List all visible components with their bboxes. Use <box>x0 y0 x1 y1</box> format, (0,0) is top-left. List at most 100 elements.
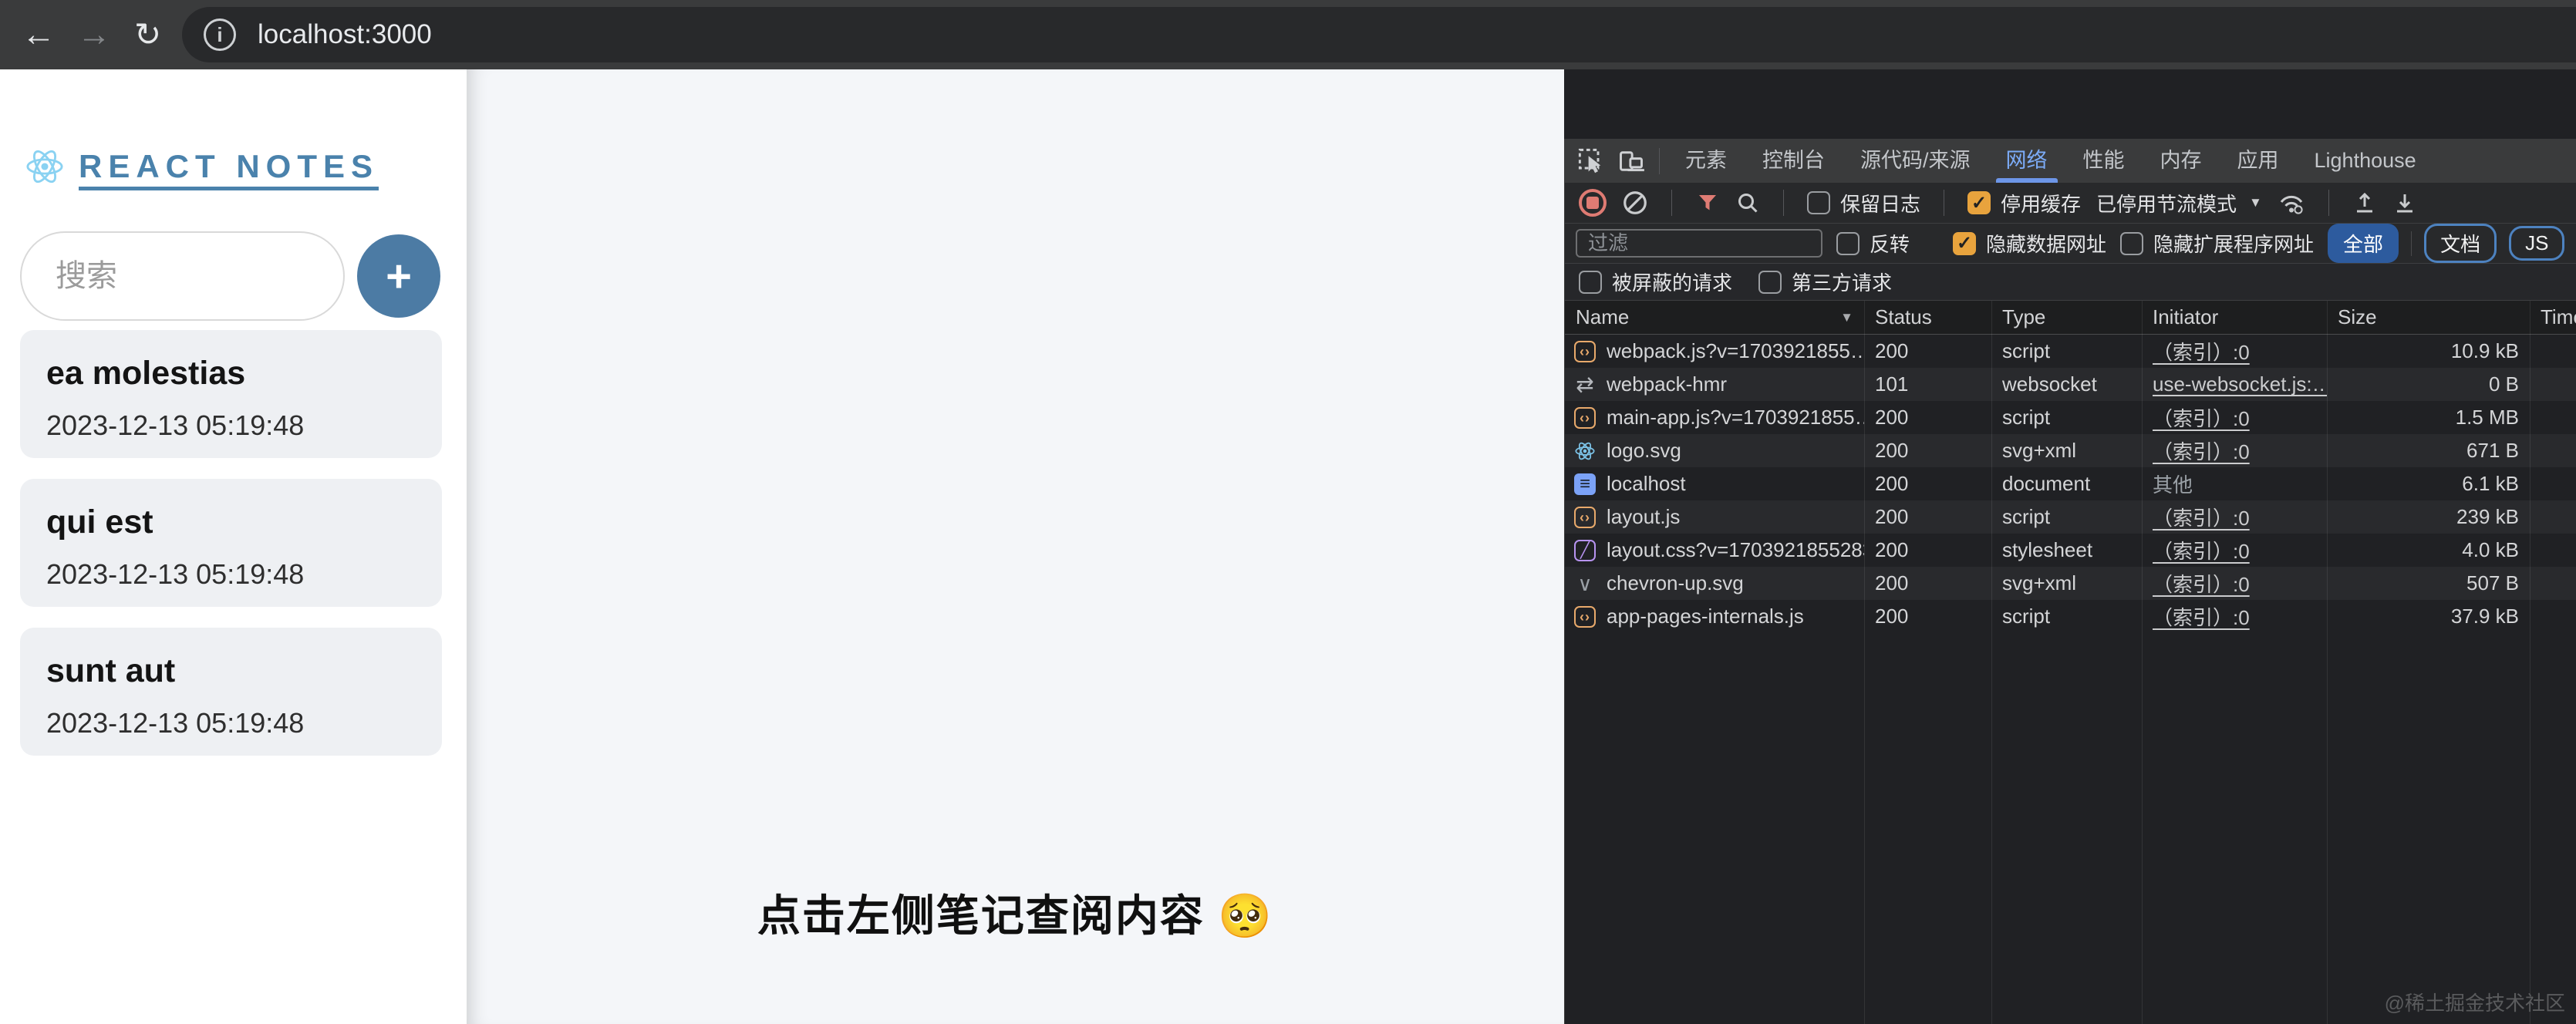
search-icon[interactable] <box>1735 190 1760 215</box>
checkbox[interactable]: ✓ <box>1836 231 1860 255</box>
checkbox[interactable]: ✓ <box>1953 231 1977 255</box>
clear-network-log-icon[interactable] <box>1622 190 1648 216</box>
devtools-tab-6[interactable]: 内存 <box>2143 139 2220 183</box>
filter-funnel-icon[interactable] <box>1695 190 1720 215</box>
checkbox[interactable]: ✓ <box>1758 270 1782 294</box>
devtools-tab-7[interactable]: 应用 <box>2220 139 2297 183</box>
network-request-row[interactable]: ‹› layout.js 200 script （索引）:0 239 kB <box>1565 500 2576 534</box>
filter-chip-1[interactable]: 全部 <box>2328 224 2399 263</box>
column-header-type[interactable]: Type <box>1991 305 2142 329</box>
third-party-requests-toggle[interactable]: ✓ 第三方请求 <box>1758 268 1892 296</box>
blocked-requests-toggle[interactable]: ✓ 被屏蔽的请求 <box>1579 268 1732 296</box>
note-title: sunt aut <box>46 652 176 689</box>
note-list-item[interactable]: sunt aut 2023-12-13 05:19:48 <box>20 628 442 756</box>
export-har-icon[interactable] <box>2392 190 2417 216</box>
hide-extension-urls-label: 隐藏扩展程序网址 <box>2153 233 2315 256</box>
third-party-requests-label: 第三方请求 <box>1792 271 1893 295</box>
site-info-icon[interactable]: i <box>204 19 236 51</box>
note-date: 2023-12-13 05:19:48 <box>46 409 305 441</box>
request-size: 671 B <box>2466 439 2519 462</box>
request-type: script <box>2002 605 2051 628</box>
app-home-link[interactable]: REACT NOTES <box>25 147 379 187</box>
network-request-row[interactable]: ⇄ webpack-hmr 101 websocket use-websocket… <box>1565 368 2576 401</box>
checkbox[interactable]: ✓ <box>1579 270 1602 294</box>
devtools-tab-2[interactable]: 控制台 <box>1745 139 1843 183</box>
back-icon[interactable]: ← <box>22 18 56 52</box>
devtools-tab-5[interactable]: 性能 <box>2065 139 2143 183</box>
script-file-icon: ‹› <box>1574 506 1596 528</box>
column-header-initiator[interactable]: Initiator <box>2142 305 2327 329</box>
request-status: 200 <box>1875 339 1909 362</box>
column-divider[interactable] <box>2142 301 2143 1024</box>
network-request-row[interactable]: ‹› main-app.js?v=1703921855… 200 script （… <box>1565 401 2576 434</box>
app-title: REACT NOTES <box>79 148 379 184</box>
network-request-row[interactable]: ∨ chevron-up.svg 200 svg+xml （索引）:0 507 B <box>1565 567 2576 600</box>
devtools-panel: 元素 控制台 源代码/来源 网络 性能 内存 应用 Lighthouse 保留日… <box>1564 139 2576 1024</box>
request-name: webpack.js?v=1703921855… <box>1607 339 1864 362</box>
notes-sidebar: REACT NOTES + ea molestias 2023-12-13 05… <box>0 69 467 1024</box>
record-network-log-icon[interactable] <box>1579 189 1607 217</box>
forward-icon[interactable]: → <box>77 18 111 52</box>
devtools-tab-4[interactable]: 网络 <box>1988 139 2065 183</box>
network-request-row[interactable]: ‹› app-pages-internals.js 200 script （索引）… <box>1565 600 2576 633</box>
network-request-row[interactable]: ≡ localhost 200 document 其他 6.1 kB <box>1565 467 2576 500</box>
request-name: layout.js <box>1607 505 1681 528</box>
request-status: 200 <box>1875 406 1909 429</box>
search-input[interactable] <box>20 231 345 321</box>
devtools-tab-8[interactable]: Lighthouse <box>2297 139 2434 183</box>
network-request-row[interactable]: ‹› webpack.js?v=1703921855… 200 script （索… <box>1565 335 2576 368</box>
invert-filter-toggle[interactable]: ✓ 反转 <box>1836 229 1910 258</box>
column-divider[interactable] <box>1864 301 1865 1024</box>
filter-chip-3[interactable]: JS <box>2509 226 2565 261</box>
websocket-icon: ⇄ <box>1576 372 1594 396</box>
request-size: 4.0 kB <box>2462 538 2519 561</box>
request-status: 101 <box>1875 372 1909 396</box>
note-list-item[interactable]: qui est 2023-12-13 05:19:48 <box>20 479 442 607</box>
column-divider[interactable] <box>1991 301 1992 1024</box>
checkbox[interactable]: ✓ <box>2120 231 2144 255</box>
stylesheet-icon: ╱ <box>1574 539 1596 561</box>
inspect-element-icon[interactable] <box>1574 144 1608 178</box>
disable-cache-toggle[interactable]: ✓ 停用缓存 <box>1967 189 2081 217</box>
network-request-row[interactable]: ╱ layout.css?v=1703921855283 200 styleshe… <box>1565 534 2576 567</box>
hide-extension-urls-toggle[interactable]: ✓ 隐藏扩展程序网址 <box>2120 229 2314 258</box>
document-icon: ≡ <box>1574 473 1596 495</box>
hide-data-urls-toggle[interactable]: ✓ 隐藏数据网址 <box>1953 229 2106 258</box>
request-status: 200 <box>1875 439 1909 462</box>
checkbox[interactable]: ✓ <box>1807 191 1830 214</box>
url-text[interactable]: localhost:3000 <box>258 19 432 50</box>
request-initiator: use-websocket.js:… <box>2153 372 2327 396</box>
note-list-item[interactable]: ea molestias 2023-12-13 05:19:48 <box>20 330 442 458</box>
table-header-row: Name ▼ Status Type Initiator Size Time <box>1565 301 2576 335</box>
column-header-time[interactable]: Time <box>2530 305 2576 329</box>
preserve-log-toggle[interactable]: ✓ 保留日志 <box>1807 189 1920 217</box>
request-type-chips: 全部文档JSFetch/XHR <box>2328 224 2576 263</box>
filter-chip-2[interactable]: 文档 <box>2424 224 2497 263</box>
empty-state-hint: 点击左侧笔记查阅内容 🥺 <box>757 891 1274 940</box>
import-har-icon[interactable] <box>2352 190 2377 216</box>
devtools-tabbar: 元素 控制台 源代码/来源 网络 性能 内存 应用 Lighthouse <box>1565 139 2576 183</box>
column-divider[interactable] <box>2327 301 2328 1024</box>
column-header-status[interactable]: Status <box>1864 305 1991 329</box>
devtools-tab-1[interactable]: 元素 <box>1667 139 1745 183</box>
request-initiator: （索引）:0 <box>2153 341 2250 364</box>
request-type: websocket <box>2002 372 2097 396</box>
address-bar[interactable]: i localhost:3000 <box>182 7 2576 62</box>
devtools-tab-3[interactable]: 源代码/来源 <box>1843 139 1988 183</box>
network-request-row[interactable]: logo.svg 200 svg+xml （索引）:0 671 B <box>1565 434 2576 467</box>
device-toolbar-icon[interactable] <box>1614 144 1648 178</box>
checkbox[interactable]: ✓ <box>1967 191 1991 214</box>
column-header-size[interactable]: Size <box>2327 305 2530 329</box>
note-title: qui est <box>46 504 153 541</box>
column-header-name[interactable]: Name ▼ <box>1565 305 1864 329</box>
reload-icon[interactable]: ↻ <box>134 19 161 51</box>
request-initiator: （索引）:0 <box>2153 507 2250 530</box>
request-initiator: （索引）:0 <box>2153 407 2250 430</box>
filter-input[interactable] <box>1576 229 1822 258</box>
hide-data-urls-label: 隐藏数据网址 <box>1986 233 2107 256</box>
request-type: svg+xml <box>2002 571 2077 595</box>
network-conditions-icon[interactable] <box>2278 190 2305 216</box>
add-note-button[interactable]: + <box>357 234 440 318</box>
network-requests-table: Name ▼ Status Type Initiator Size Time ‹… <box>1565 301 2576 1024</box>
throttling-dropdown[interactable]: 已停用节流模式 ▼ <box>2096 189 2262 217</box>
